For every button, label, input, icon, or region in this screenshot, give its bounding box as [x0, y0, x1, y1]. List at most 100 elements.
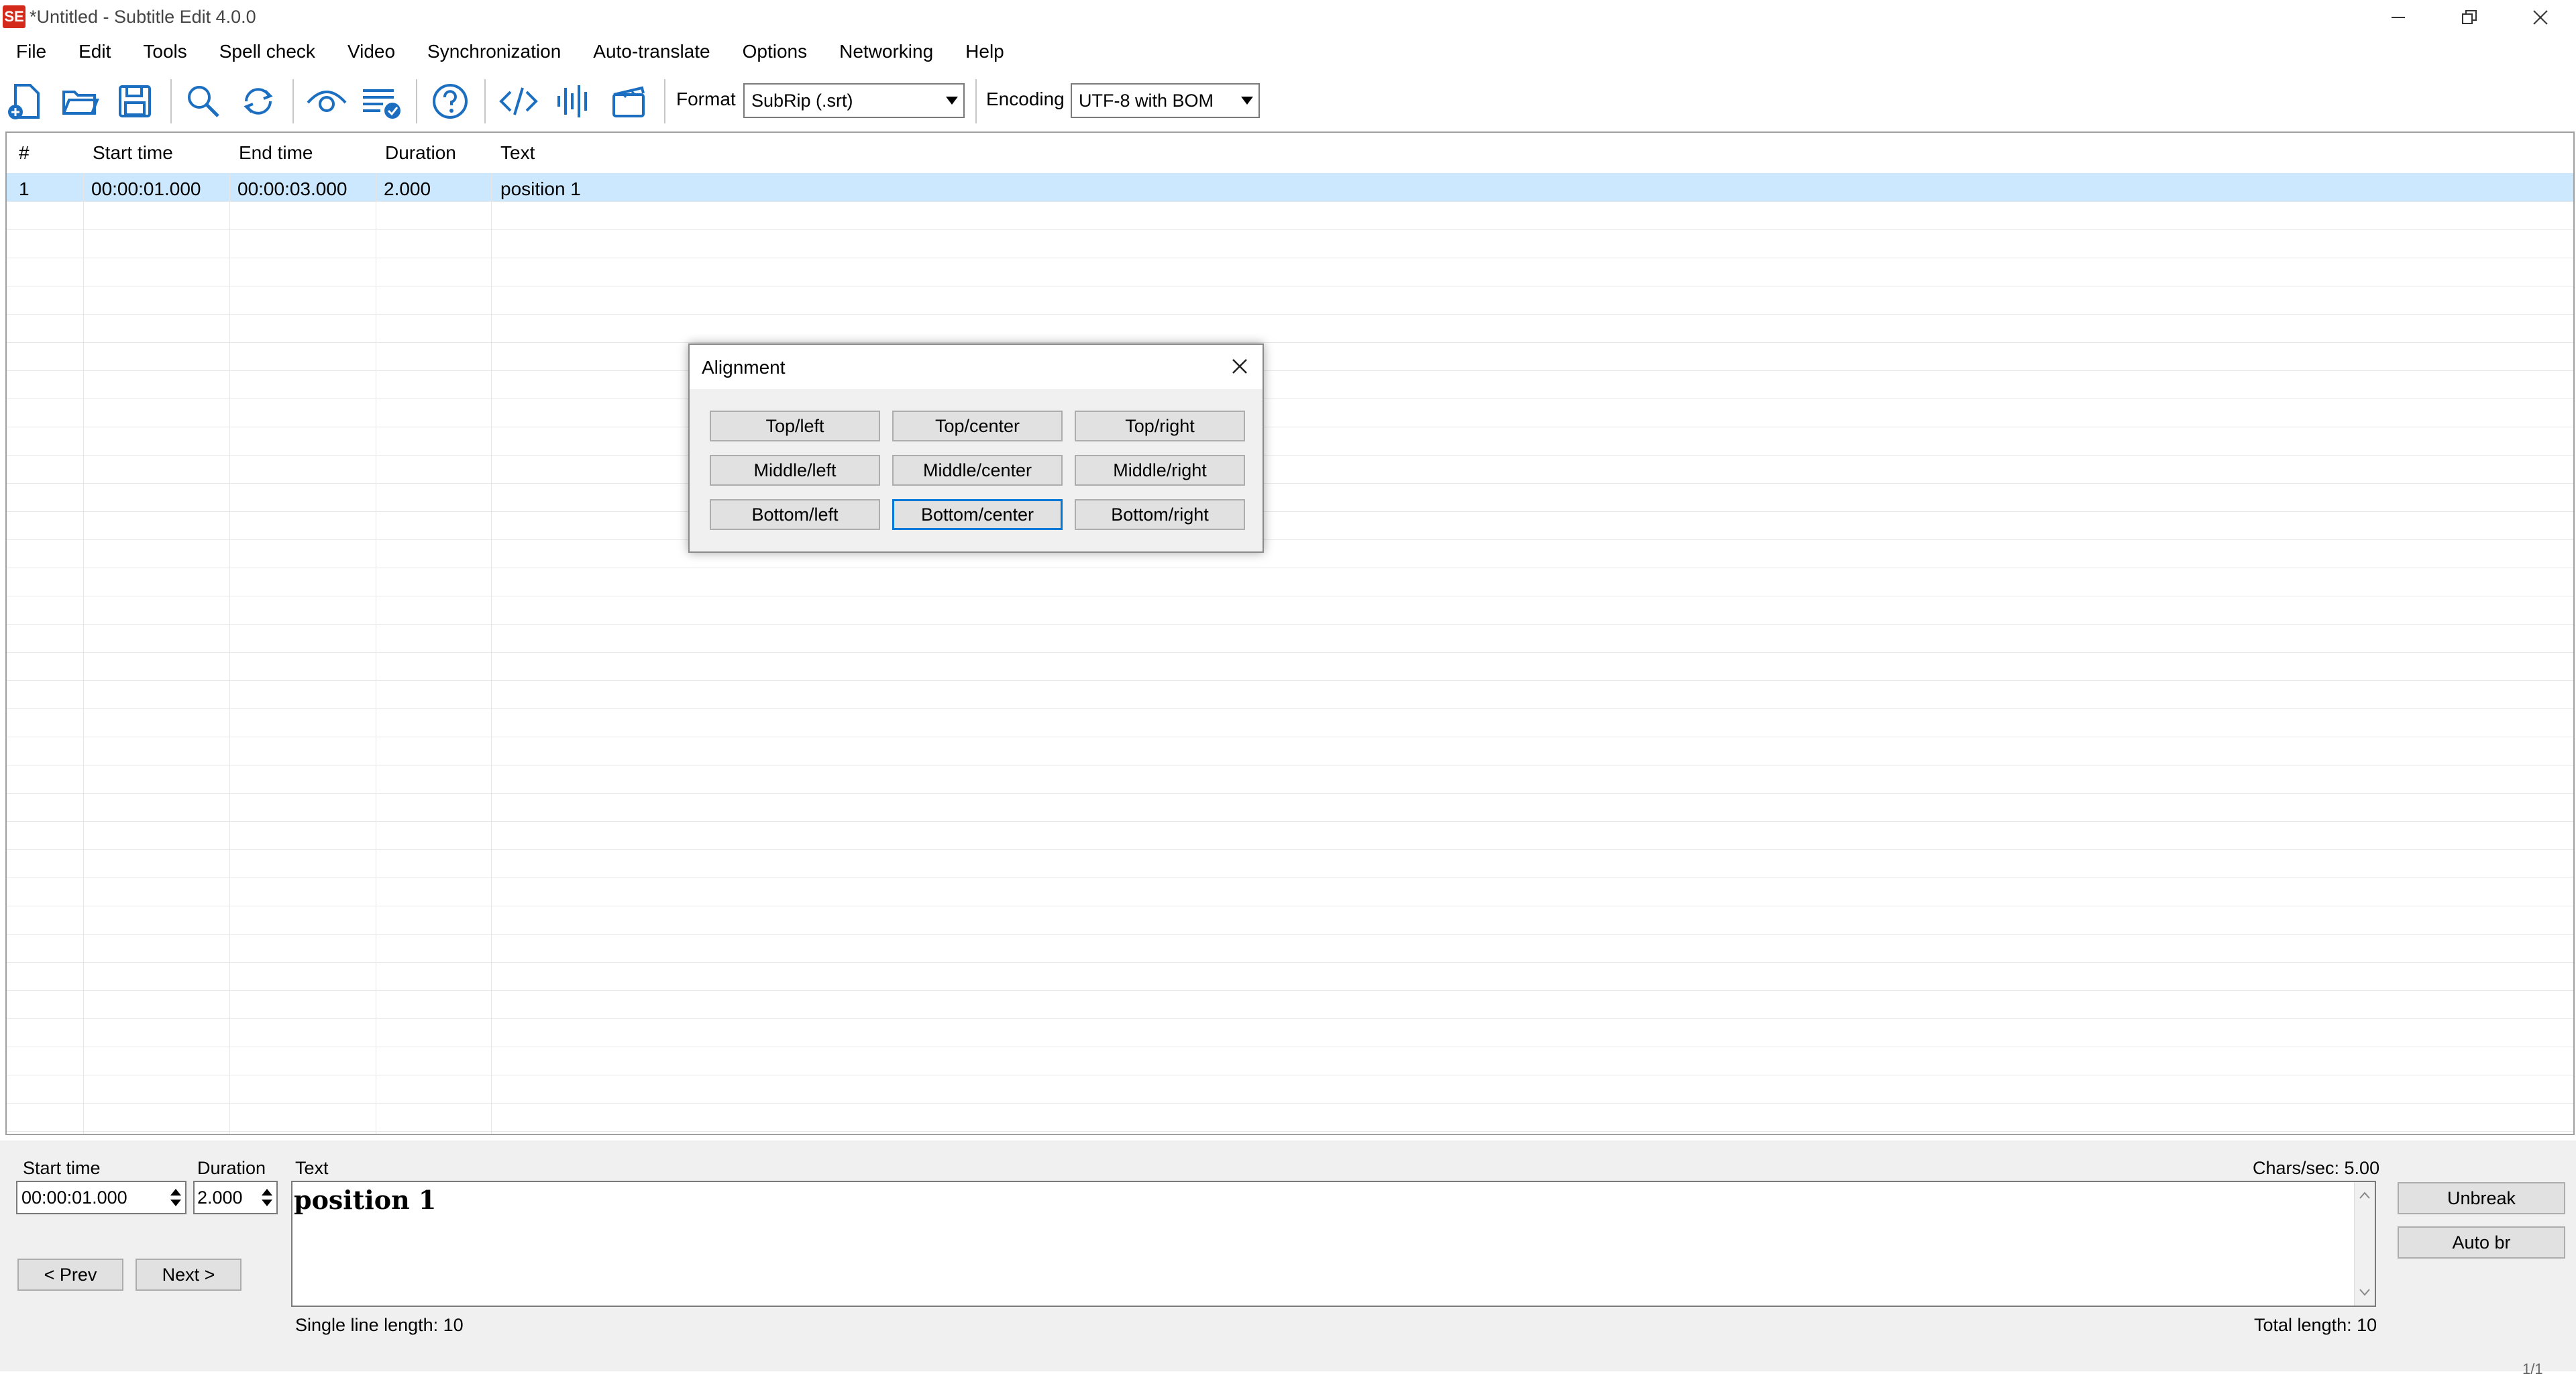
save-button[interactable]: [111, 78, 158, 125]
column-header-end-time[interactable]: End time: [239, 142, 313, 164]
column-header-text[interactable]: Text: [500, 142, 535, 164]
grid-row-line: [7, 962, 2573, 963]
grid-row-line: [7, 1018, 2573, 1019]
text-scrollbar[interactable]: [2354, 1182, 2375, 1306]
top-right-button[interactable]: Top/right: [1075, 411, 1245, 441]
format-value: SubRip (.srt): [751, 91, 853, 111]
next-button[interactable]: Next >: [136, 1259, 241, 1291]
grid-row-line: [7, 624, 2573, 625]
grid-row-line: [7, 511, 2573, 512]
bottom-left-button[interactable]: Bottom/left: [710, 499, 880, 530]
toolbar-separator: [170, 79, 172, 123]
grid-row-line: [7, 539, 2573, 540]
menu-tools[interactable]: Tools: [127, 38, 203, 66]
toolbar: Format SubRip (.srt) Encoding UTF-8 with…: [0, 72, 2576, 130]
duration-input[interactable]: 2.000: [193, 1181, 278, 1214]
middle-right-button[interactable]: Middle/right: [1075, 455, 1245, 486]
scroll-down-icon: [2359, 1289, 2370, 1296]
grid-row-line: [7, 793, 2573, 794]
spin-up-icon[interactable]: [262, 1189, 272, 1196]
alignment-dialog: Alignment Top/left Top/center Top/right …: [688, 343, 1264, 553]
cell-number: 1: [19, 178, 30, 199]
video-button[interactable]: [605, 78, 652, 125]
menu-auto-translate[interactable]: Auto-translate: [577, 38, 726, 66]
edit-panel: Start time 00:00:01.000 Duration 2.000 <…: [0, 1141, 2576, 1377]
menu-networking[interactable]: Networking: [823, 38, 949, 66]
encoding-label: Encoding: [986, 89, 1065, 109]
menu-file[interactable]: File: [0, 38, 62, 66]
format-label: Format: [676, 89, 736, 109]
menu-options[interactable]: Options: [727, 38, 824, 66]
subtitle-text-area[interactable]: position 1: [291, 1181, 2376, 1307]
cell-text: position 1: [500, 178, 581, 199]
toolbar-separator: [484, 79, 486, 123]
prev-button[interactable]: < Prev: [17, 1259, 123, 1291]
grid-row-line: [7, 990, 2573, 991]
toolbar-separator: [975, 79, 977, 123]
grid-row-line: [7, 483, 2573, 484]
source-view-button[interactable]: [495, 78, 542, 125]
menu-video[interactable]: Video: [331, 38, 411, 66]
grid-row-line: [7, 229, 2573, 230]
waveform-button[interactable]: [550, 78, 597, 125]
unbreak-button[interactable]: Unbreak: [2398, 1182, 2565, 1214]
minimize-icon: [2392, 17, 2405, 18]
start-time-input[interactable]: 00:00:01.000: [16, 1181, 186, 1214]
grid-row-line: [7, 708, 2573, 709]
bottom-center-button[interactable]: Bottom/center: [892, 499, 1063, 530]
menu-bar: File Edit Tools Spell check Video Synchr…: [0, 38, 2576, 66]
visual-sync-button[interactable]: [303, 78, 350, 125]
chevron-down-icon: [946, 97, 958, 105]
auto-br-button[interactable]: Auto br: [2398, 1226, 2565, 1259]
cell-duration: 2.000: [384, 178, 431, 199]
column-header-duration[interactable]: Duration: [385, 142, 456, 164]
menu-help[interactable]: Help: [949, 38, 1020, 66]
spin-down-icon[interactable]: [170, 1200, 181, 1206]
format-select[interactable]: SubRip (.srt): [743, 83, 965, 118]
grid-row-line: [7, 1103, 2573, 1104]
status-position: 1/1: [2522, 1361, 2543, 1377]
start-time-label: Start time: [23, 1158, 101, 1178]
new-file-button[interactable]: [1, 78, 48, 125]
restore-button[interactable]: [2434, 0, 2505, 35]
subtitle-grid[interactable]: # Start time End time Duration Text 1 00…: [5, 131, 2575, 1135]
spell-check-button[interactable]: [358, 78, 405, 125]
open-button[interactable]: [56, 78, 103, 125]
encoding-select[interactable]: UTF-8 with BOM: [1071, 83, 1260, 118]
spell-check-icon: [363, 89, 400, 119]
find-button[interactable]: [180, 78, 227, 125]
source-view-icon: [499, 87, 538, 115]
table-row[interactable]: 1 00:00:01.000 00:00:03.000 2.000 positi…: [7, 173, 2573, 201]
grid-row-line: [7, 455, 2573, 456]
spin-down-icon[interactable]: [262, 1200, 272, 1206]
waveform-icon: [557, 85, 587, 117]
menu-spell-check[interactable]: Spell check: [203, 38, 331, 66]
bottom-right-button[interactable]: Bottom/right: [1075, 499, 1245, 530]
spin-up-icon[interactable]: [170, 1189, 181, 1196]
help-button[interactable]: [427, 78, 474, 125]
minimize-button[interactable]: [2363, 0, 2434, 35]
find-icon: [188, 86, 219, 117]
app-icon: SE: [3, 5, 25, 28]
encoding-value: UTF-8 with BOM: [1079, 91, 1214, 111]
grid-row-line: [7, 849, 2573, 850]
menu-synchronization[interactable]: Synchronization: [411, 38, 577, 66]
scroll-up-icon: [2359, 1191, 2370, 1199]
middle-center-button[interactable]: Middle/center: [892, 455, 1063, 486]
replace-button[interactable]: [235, 78, 282, 125]
chars-per-sec: Chars/sec: 5.00: [2253, 1158, 2380, 1178]
top-left-button[interactable]: Top/left: [710, 411, 880, 441]
column-header-start-time[interactable]: Start time: [93, 142, 173, 164]
menu-edit[interactable]: Edit: [62, 38, 127, 66]
column-header-number[interactable]: #: [19, 142, 30, 164]
top-center-button[interactable]: Top/center: [892, 411, 1063, 441]
video-icon: [612, 86, 645, 117]
chevron-down-icon: [1241, 97, 1253, 105]
help-icon: [433, 84, 468, 119]
dialog-title-bar: Alignment: [690, 345, 1263, 389]
middle-left-button[interactable]: Middle/left: [710, 455, 880, 486]
window-title: *Untitled - Subtitle Edit 4.0.0: [30, 7, 256, 27]
dialog-close-button[interactable]: [1229, 356, 1250, 377]
grid-row-line: [7, 314, 2573, 315]
close-button[interactable]: [2505, 0, 2576, 35]
